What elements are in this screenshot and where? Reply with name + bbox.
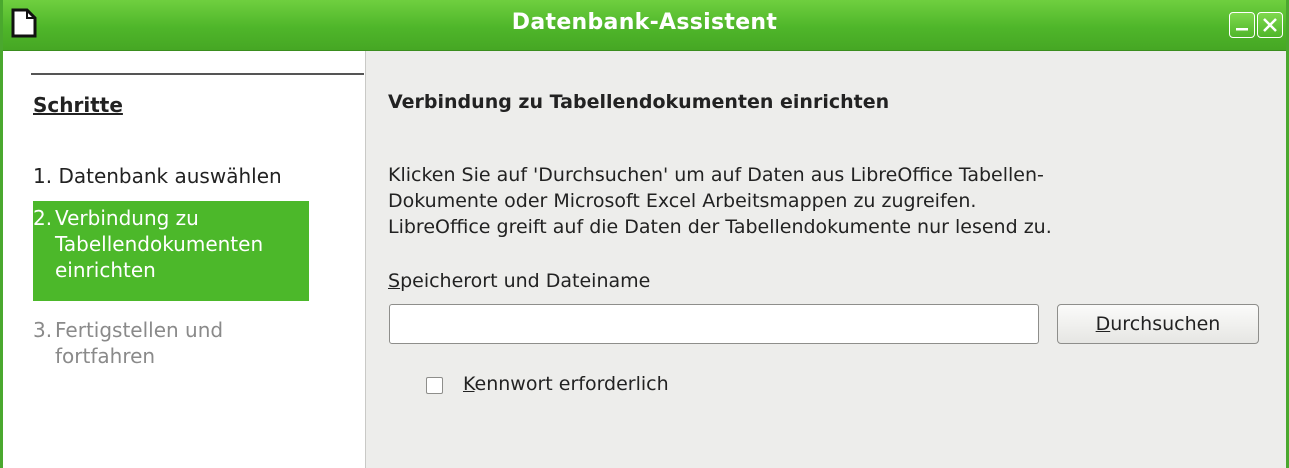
step-number: 2.	[33, 206, 53, 230]
step-label: Datenbank auswählen	[58, 164, 282, 188]
browse-mnemonic: D	[1095, 313, 1111, 335]
password-mnemonic: K	[463, 373, 475, 395]
wizard-page: Verbindung zu Tabellendokumenten einrich…	[366, 51, 1286, 468]
path-label-mnemonic: S	[388, 270, 401, 292]
window-title: Datenbank-Assistent	[511, 10, 778, 35]
dialog-window: Datenbank-Assistent Schritte 1. Datenban…	[0, 0, 1289, 468]
steps-sidebar: Schritte 1. Datenbank auswählen 2. Verbi…	[3, 51, 366, 468]
title-bar[interactable]: Datenbank-Assistent	[3, 0, 1286, 51]
minimize-button[interactable]	[1229, 12, 1255, 38]
page-description: Klicken Sie auf 'Durchsuchen' um auf Dat…	[388, 164, 1052, 238]
step-connect-spreadsheet[interactable]: 2. Verbindung zu Tabellendokumenten einr…	[33, 201, 309, 301]
step-number: 1.	[33, 164, 53, 188]
minimize-icon	[1236, 28, 1248, 31]
step-label: Fertigstellen und fortfahren	[55, 318, 224, 368]
password-required-label[interactable]: Kennwort erforderlich	[463, 373, 669, 395]
page-title: Verbindung zu Tabellendokumenten einrich…	[388, 91, 890, 113]
close-icon	[1263, 18, 1277, 32]
path-label: Speicherort und Dateiname	[388, 270, 650, 292]
browse-button[interactable]: Durchsuchen	[1057, 304, 1259, 344]
sidebar-divider	[31, 73, 364, 75]
step-number: 3.	[33, 318, 53, 342]
password-required-checkbox[interactable]	[426, 377, 443, 394]
path-label-text: peicherort und Dateiname	[400, 270, 651, 292]
step-select-database[interactable]: 1. Datenbank auswählen	[33, 163, 333, 189]
close-button[interactable]	[1257, 12, 1283, 38]
steps-heading: Schritte	[33, 93, 123, 117]
browse-label: urchsuchen	[1110, 313, 1221, 335]
file-path-input[interactable]	[389, 304, 1039, 344]
step-label: Verbindung zu Tabellendokumenten einrich…	[55, 206, 264, 282]
password-label-text: ennwort erforderlich	[474, 373, 669, 395]
